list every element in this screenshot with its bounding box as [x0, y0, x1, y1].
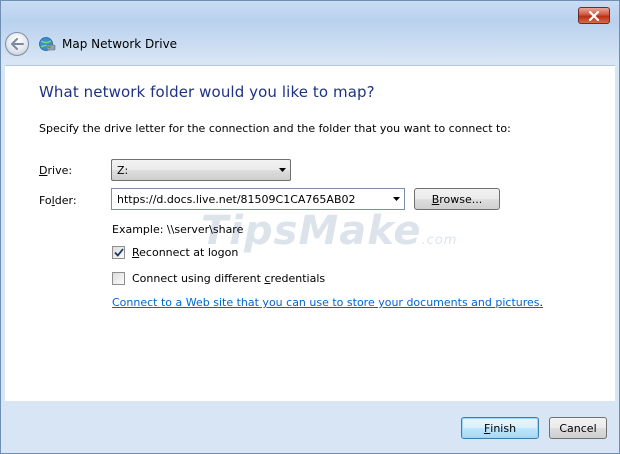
browse-button[interactable]: Browse... [414, 188, 500, 210]
reconnect-option[interactable]: Reconnect at logon [112, 246, 238, 259]
folder-label: Folder: [39, 194, 77, 207]
dropdown-arrow-icon [274, 160, 290, 180]
credentials-label: Connect using different credentials [132, 272, 326, 285]
credentials-option[interactable]: Connect using different credentials [112, 272, 325, 285]
credentials-checkbox[interactable] [112, 272, 125, 285]
reconnect-checkbox[interactable] [112, 246, 125, 259]
wizard-footer: Finish Cancel [5, 401, 615, 449]
map-network-drive-window: Map Network Drive What network folder wo… [0, 0, 620, 454]
dropdown-arrow-icon[interactable] [388, 189, 404, 209]
instruction-text: Specify the drive letter for the connect… [39, 122, 511, 135]
cancel-button[interactable]: Cancel [549, 417, 607, 439]
folder-input-value: https://d.docs.live.net/81509C1CA765AB02 [117, 192, 356, 206]
page-heading: What network folder would you like to ma… [39, 83, 375, 101]
web-site-link[interactable]: Connect to a Web site that you can use t… [112, 296, 543, 309]
checkmark-icon [113, 248, 124, 257]
folder-input[interactable]: https://d.docs.live.net/81509C1CA765AB02 [111, 188, 405, 210]
back-arrow-icon [11, 38, 24, 50]
drive-select[interactable]: Z: [111, 159, 291, 181]
window-title: Map Network Drive [62, 37, 178, 51]
wizard-content: What network folder would you like to ma… [5, 65, 615, 401]
network-drive-icon [39, 37, 56, 51]
drive-select-value: Z: [117, 163, 129, 177]
close-icon [588, 10, 600, 21]
back-button[interactable] [5, 32, 29, 56]
reconnect-label: Reconnect at logon [132, 246, 239, 259]
wizard-header: Map Network Drive [5, 29, 177, 59]
example-text: Example: \\server\share [112, 223, 244, 236]
close-button[interactable] [578, 7, 610, 24]
finish-button[interactable]: Finish [461, 417, 539, 439]
drive-label: Drive: [39, 164, 73, 177]
